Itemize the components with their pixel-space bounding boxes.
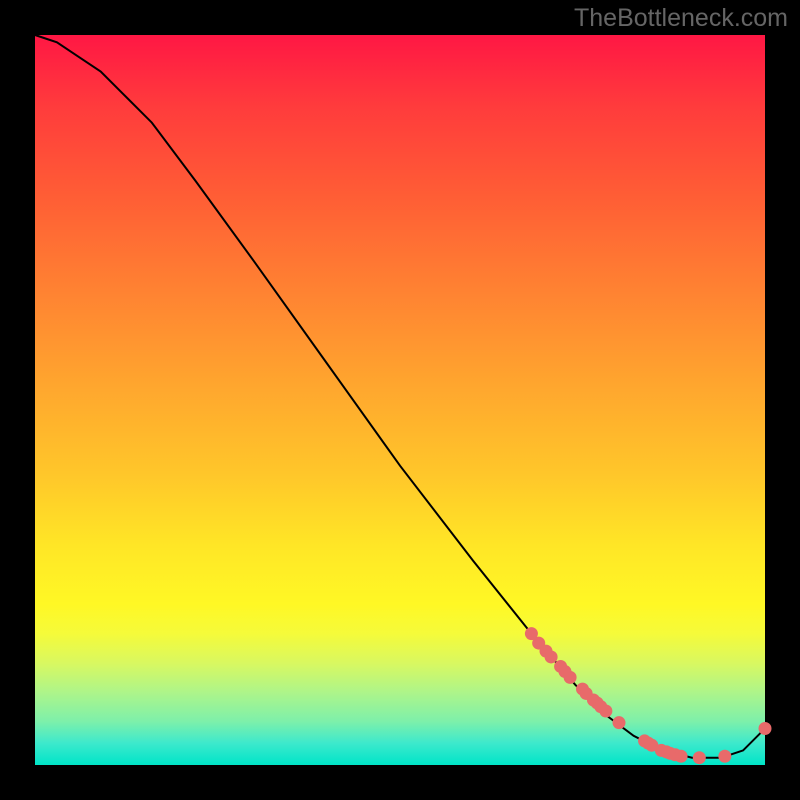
- chart-markers: [525, 627, 772, 764]
- chart-marker: [545, 650, 558, 663]
- chart-marker: [613, 716, 626, 729]
- chart-plot-area: [35, 35, 765, 765]
- chart-marker: [564, 671, 577, 684]
- watermark-text: TheBottleneck.com: [574, 4, 788, 33]
- chart-curve: [35, 35, 765, 758]
- chart-marker: [759, 722, 772, 735]
- chart-marker: [693, 751, 706, 764]
- chart-svg: [35, 35, 765, 765]
- chart-marker: [599, 704, 612, 717]
- chart-marker: [718, 750, 731, 763]
- chart-marker: [675, 750, 688, 763]
